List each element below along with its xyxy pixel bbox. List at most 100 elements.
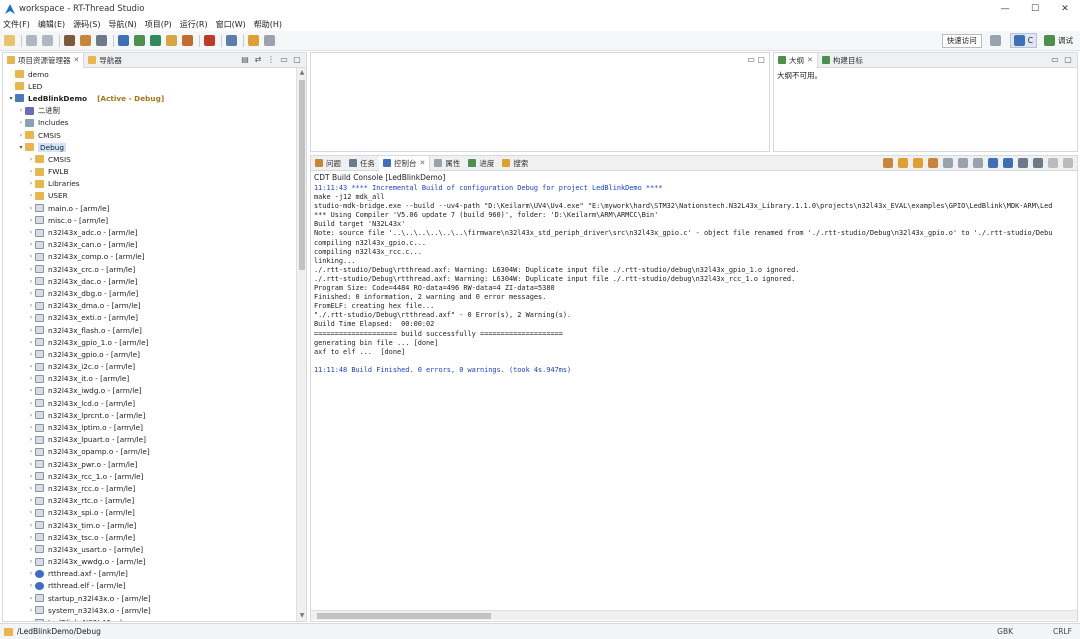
expand-toggle-icon[interactable]: › — [27, 266, 35, 273]
tab-outline[interactable]: 大纲 ✕ — [774, 52, 818, 68]
stop-icon[interactable] — [204, 35, 215, 46]
expand-toggle-icon[interactable]: › — [27, 522, 35, 529]
expand-toggle-icon[interactable]: › — [27, 534, 35, 541]
menu-run[interactable]: 运行(R) — [180, 19, 208, 30]
menu-file[interactable]: 文件(F) — [3, 19, 30, 30]
expand-toggle-icon[interactable]: › — [27, 424, 35, 431]
editor-window-controls[interactable]: ▭ ▢ — [747, 55, 765, 64]
expand-toggle-icon[interactable]: › — [27, 156, 35, 163]
next-error-icon[interactable] — [898, 158, 908, 168]
tree-item[interactable]: › 二进制 — [3, 105, 296, 117]
tree-item[interactable]: › USER — [3, 190, 296, 202]
tree-item[interactable]: › n32l43x_pwr.o - [arm/le] — [3, 458, 296, 470]
tree-item[interactable]: › CMSIS — [3, 153, 296, 165]
build-console-icon[interactable] — [883, 158, 893, 168]
tree-item[interactable]: › n32l43x_adc.o - [arm/le] — [3, 226, 296, 238]
expand-toggle-icon[interactable]: › — [27, 473, 35, 480]
tab-navigator[interactable]: 导航器 — [84, 53, 126, 68]
tree-item[interactable]: › rtthread.elf - [arm/le] — [3, 580, 296, 592]
tree-item[interactable]: › n32l43x_tsc.o - [arm/le] — [3, 531, 296, 543]
tree-item[interactable]: › n32l43x_usart.o - [arm/le] — [3, 543, 296, 555]
expand-toggle-icon[interactable]: › — [27, 339, 35, 346]
tree-item[interactable]: › n32l43x_rtc.o - [arm/le] — [3, 495, 296, 507]
tree-item[interactable]: › n32l43x_gpio.o - [arm/le] — [3, 348, 296, 360]
open-perspective-icon[interactable] — [989, 35, 1001, 46]
scroll-lock-icon[interactable] — [973, 158, 983, 168]
tree-item[interactable]: › n32l43x_crc.o - [arm/le] — [3, 263, 296, 275]
tree-item[interactable]: › n32l43x_iwdg.o - [arm/le] — [3, 385, 296, 397]
expand-toggle-icon[interactable]: › — [27, 278, 35, 285]
expand-toggle-icon[interactable]: › — [27, 461, 35, 468]
tree-item[interactable]: › n32l43x_dma.o - [arm/le] — [3, 300, 296, 312]
tab-properties[interactable]: 属性 — [430, 156, 464, 171]
tree-item[interactable]: › rtthread.axf - [arm/le] — [3, 568, 296, 580]
expand-toggle-icon[interactable]: › — [27, 351, 35, 358]
settings-icon[interactable] — [96, 35, 107, 46]
previous-error-icon[interactable] — [913, 158, 923, 168]
expand-toggle-icon[interactable]: › — [17, 119, 25, 126]
menu-help[interactable]: 帮助(H) — [254, 19, 282, 30]
expand-toggle-icon[interactable]: › — [27, 570, 35, 577]
maximize-icon[interactable]: ▢ — [292, 55, 302, 65]
tree-item[interactable]: › n32l43x_opamp.o - [arm/le] — [3, 446, 296, 458]
terminal-icon[interactable] — [182, 35, 193, 46]
tree-item[interactable]: ▾ LedBlinkDemo [Active - Debug] — [3, 92, 296, 104]
perspective-debug-button[interactable]: 调试 — [1041, 33, 1076, 48]
scrollbar-thumb[interactable] — [317, 613, 491, 619]
tree-item[interactable]: › n32l43x_comp.o - [arm/le] — [3, 251, 296, 263]
expand-toggle-icon[interactable]: › — [27, 375, 35, 382]
download-icon[interactable] — [118, 35, 129, 46]
tree-item[interactable]: › n32l43x_can.o - [arm/le] — [3, 239, 296, 251]
expand-toggle-icon[interactable]: › — [27, 363, 35, 370]
save-icon[interactable] — [26, 35, 37, 46]
filter-icon[interactable] — [928, 158, 938, 168]
expand-toggle-icon[interactable]: › — [27, 241, 35, 248]
back-icon[interactable] — [248, 35, 259, 46]
tab-build-targets[interactable]: 构建目标 — [818, 53, 867, 68]
tree-item[interactable]: › FWLB — [3, 166, 296, 178]
open-console-icon[interactable] — [1018, 158, 1028, 168]
minimize-icon[interactable]: ▭ — [1050, 55, 1060, 65]
expand-toggle-icon[interactable]: › — [27, 302, 35, 309]
sdk-icon[interactable] — [166, 35, 177, 46]
maximize-icon[interactable] — [1063, 158, 1073, 168]
close-icon[interactable]: ✕ — [807, 56, 813, 64]
expand-toggle-icon[interactable]: › — [27, 448, 35, 455]
expand-toggle-icon[interactable]: › — [27, 192, 35, 199]
run-icon[interactable] — [150, 35, 161, 46]
pin-console-icon[interactable] — [988, 158, 998, 168]
save-all-icon[interactable] — [42, 35, 53, 46]
tree-item[interactable]: › system_n32l43x.o - [arm/le] — [3, 604, 296, 616]
tree-item[interactable]: ▾ Debug — [3, 141, 296, 153]
tree-item[interactable]: › n32l43x_lptim.o - [arm/le] — [3, 421, 296, 433]
tree-item[interactable]: › n32l43x_tim.o - [arm/le] — [3, 519, 296, 531]
expand-toggle-icon[interactable]: › — [27, 253, 35, 260]
tree-item[interactable]: › n32l43x_exti.o - [arm/le] — [3, 312, 296, 324]
tree-item[interactable]: › CMSIS — [3, 129, 296, 141]
view-menu-icon[interactable] — [1033, 158, 1043, 168]
display-console-icon[interactable] — [1003, 158, 1013, 168]
expand-toggle-icon[interactable]: ▾ — [17, 144, 25, 151]
search-icon[interactable] — [226, 35, 237, 46]
tree-scrollbar[interactable]: ▲ ▼ — [296, 68, 306, 621]
tree-item[interactable]: › n32l43x_gpio_1.o - [arm/le] — [3, 336, 296, 348]
expand-toggle-icon[interactable]: › — [27, 509, 35, 516]
quick-access-field[interactable]: 快速访问 — [941, 33, 982, 48]
tree-item[interactable]: › n32l43x_rcc_1.o - [arm/le] — [3, 470, 296, 482]
tab-progress[interactable]: 进度 — [464, 156, 498, 171]
tree-item[interactable]: › Libraries — [3, 178, 296, 190]
expand-toggle-icon[interactable]: › — [27, 229, 35, 236]
close-button[interactable]: ✕ — [1050, 0, 1080, 18]
expand-toggle-icon[interactable]: › — [27, 497, 35, 504]
minimize-button[interactable]: — — [990, 0, 1020, 18]
collapse-all-icon[interactable]: ▤ — [240, 55, 250, 65]
forward-icon[interactable] — [264, 35, 275, 46]
expand-toggle-icon[interactable]: › — [27, 558, 35, 565]
expand-toggle-icon[interactable]: › — [27, 387, 35, 394]
link-editor-icon[interactable]: ⇄ — [253, 55, 263, 65]
maximize-button[interactable]: ☐ — [1020, 0, 1050, 18]
tree-item[interactable]: › n32l43x_it.o - [arm/le] — [3, 373, 296, 385]
expand-toggle-icon[interactable]: › — [27, 607, 35, 614]
expand-toggle-icon[interactable]: › — [27, 168, 35, 175]
status-line-ending[interactable]: CRLF — [1053, 627, 1072, 636]
